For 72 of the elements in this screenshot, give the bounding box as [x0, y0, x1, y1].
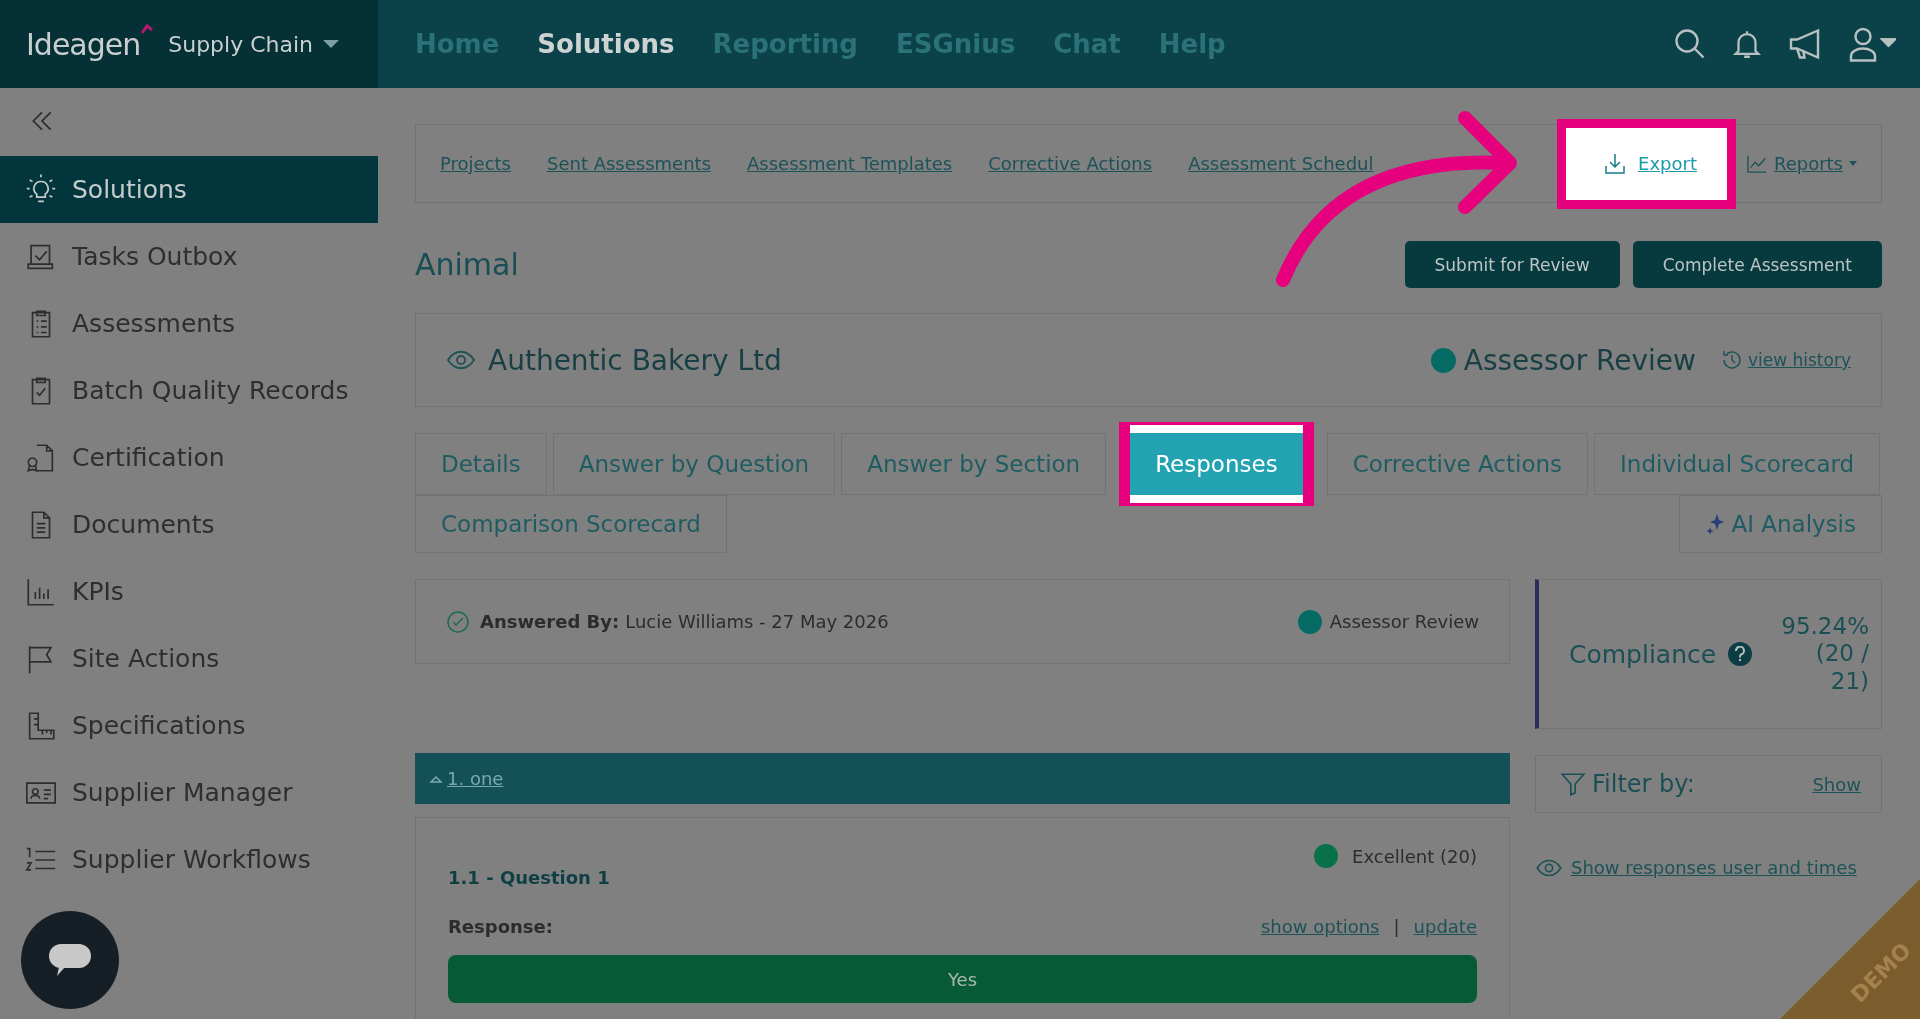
sidebar-item[interactable]: Tasks Outbox [0, 223, 378, 290]
product-switcher[interactable]: Supply Chain [168, 31, 314, 57]
sidebar-label: Batch Quality Records [72, 376, 349, 405]
subnav-link[interactable]: Projects [440, 153, 511, 174]
brand-logo[interactable]: Ideagen [26, 24, 155, 64]
action-button[interactable]: Complete Assessment [1632, 241, 1882, 288]
action-button[interactable]: Submit for Review [1404, 241, 1620, 288]
sidebar-label: Assessments [72, 309, 235, 338]
sidebar-item[interactable]: Specifications [0, 692, 378, 759]
help-icon[interactable] [1728, 642, 1753, 666]
tab[interactable]: Individual Scorecard [1594, 433, 1881, 495]
trend-chart-icon [1745, 153, 1768, 174]
sidebar-item[interactable]: Supplier Manager [0, 759, 378, 826]
sidebar-item[interactable]: Documents [0, 491, 378, 558]
tab[interactable]: Answer by Question [552, 433, 836, 495]
filter-icon [1560, 771, 1586, 797]
export-link[interactable]: Export [1557, 118, 1736, 209]
tab[interactable]: AI Analysis [1679, 495, 1882, 553]
sidebar-item[interactable]: KPIs [0, 558, 378, 625]
sidebar-label: Solutions [72, 175, 187, 204]
nav-link[interactable]: Solutions [537, 29, 675, 59]
eye-icon [1535, 857, 1563, 878]
subnav-link[interactable]: Sent Assessments [546, 153, 711, 174]
subnav-link[interactable]: Corrective Actions [988, 153, 1153, 174]
show-options-link[interactable]: show options [1260, 916, 1380, 937]
tab[interactable]: Answer by Section [841, 433, 1107, 495]
user-icon[interactable] [1848, 26, 1896, 62]
sidebar-label: KPIs [72, 577, 124, 606]
caret-up-icon [429, 773, 443, 784]
view-history-link[interactable]: view history [1719, 348, 1851, 372]
tab[interactable]: Details [415, 433, 547, 495]
sidebar-item[interactable]: Batch Quality Records [0, 357, 378, 424]
tab[interactable]: Corrective Actions [1326, 433, 1589, 495]
response-label: Response: [448, 916, 553, 937]
eye-icon [446, 349, 476, 371]
sidebar-label: Supplier Workflows [72, 845, 311, 874]
sidebar-label: Tasks Outbox [72, 242, 238, 271]
sidebar-label: Site Actions [72, 644, 220, 673]
sidebar-label: Documents [72, 510, 215, 539]
tab[interactable]: Comparison Scorecard [415, 495, 727, 553]
sidebar-item[interactable]: Certification [0, 424, 378, 491]
status-label: Assessor Review [1463, 343, 1696, 377]
compliance-label: Compliance [1569, 639, 1717, 669]
answer-bar: Yes [448, 955, 1477, 1003]
section-header[interactable]: 1. one [415, 753, 1510, 804]
sidebar-item[interactable]: Supplier Workflows [0, 826, 378, 893]
compliance-detail: (20 / 21) [1814, 640, 1869, 696]
score-label: Excellent (20) [1352, 845, 1477, 867]
section-link[interactable]: 1. one [447, 768, 504, 789]
update-link[interactable]: update [1413, 916, 1477, 937]
supplier-name: Authentic Bakery Ltd [488, 343, 782, 377]
check-circle-icon [446, 609, 470, 634]
status-label: Assessor Review [1329, 611, 1479, 632]
subnav-link[interactable]: Assessment Templates [747, 153, 953, 174]
answered-by-text: Answered By: Lucie Williams - 27 May 2026 [479, 611, 889, 632]
sidebar-label: Supplier Manager [72, 778, 293, 807]
sidebar-item[interactable]: Solutions [0, 156, 378, 223]
question-title: 1.1 - Question 1 [448, 867, 610, 888]
sidebar-item[interactable]: Site Actions [0, 625, 378, 692]
compliance-value: 95.24% [1781, 612, 1869, 639]
subnav-link[interactable]: Assessment Schedul [1188, 153, 1374, 174]
filter-label: Filter by: [1592, 770, 1695, 798]
separator: | [1393, 916, 1400, 937]
sidebar-item[interactable]: Assessments [0, 290, 378, 357]
sparkle-icon [1705, 512, 1726, 536]
show-filter-link[interactable]: Show [1812, 773, 1861, 795]
sidebar-label: Certification [72, 443, 225, 472]
reports-menu[interactable]: Reports [1745, 153, 1857, 174]
caret-icon[interactable] [323, 40, 340, 48]
show-responses-link[interactable]: Show responses user and times [1535, 857, 1882, 878]
page-title: Animal [415, 247, 519, 282]
sidebar-label: Specifications [72, 711, 246, 740]
